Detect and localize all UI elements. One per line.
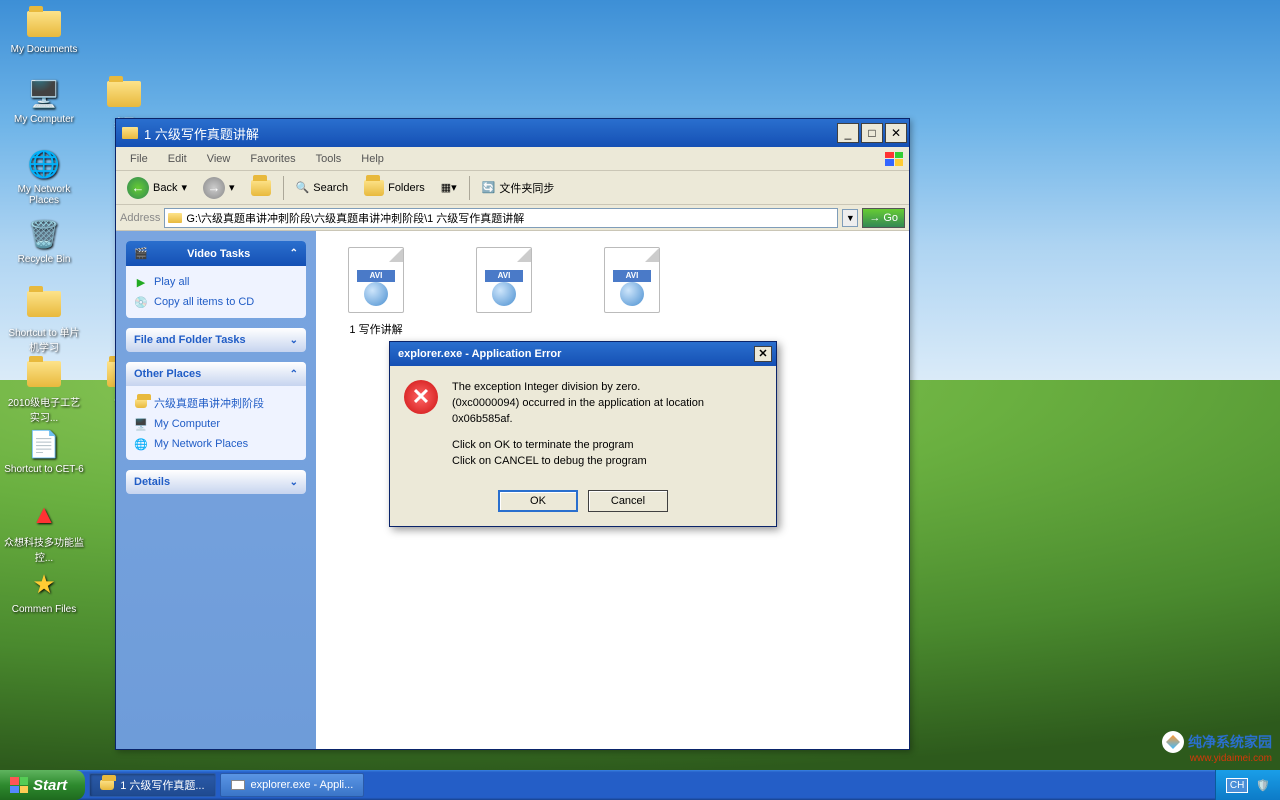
taskbar-item-error[interactable]: explorer.exe - Appli... [220, 773, 365, 797]
error-message: The exception Integer division by zero.(… [452, 380, 762, 480]
dialog-titlebar[interactable]: explorer.exe - Application Error ✕ [390, 342, 776, 366]
desktop-icon-my-documents[interactable]: My Documents [4, 4, 84, 74]
folders-button[interactable]: Folders [357, 175, 432, 201]
desktop-icon-2010-folder[interactable]: 2010级电子工艺实习... [4, 354, 84, 424]
address-input[interactable]: G:\六级真题串讲冲刺阶段\六级真题串讲冲刺阶段\1 六级写作真题讲解 [164, 208, 838, 228]
desktop-icon-shortcut-study[interactable]: Shortcut to 单片机学习 [4, 284, 84, 354]
tasks-pane: 🎬 Video Tasks⌃ ▶Play all 💿Copy all items… [116, 231, 316, 749]
chevron-up-icon: ⌃ [290, 248, 298, 259]
other-places-header[interactable]: Other Places⌃ [126, 362, 306, 386]
watermark: 纯净系统家园 www.yidaimei.com [1162, 731, 1272, 764]
toolbar: ←Back ▾ → ▾ 🔍 Search Folders ▦▾ 🔄 文件夹同步 [116, 171, 909, 205]
up-button[interactable] [244, 175, 278, 201]
windows-logo-icon [879, 148, 909, 170]
file-item[interactable]: AVI [454, 247, 554, 321]
menubar: File Edit View Favorites Tools Help [116, 147, 909, 171]
address-label: Address [120, 212, 160, 224]
folder-icon [122, 127, 138, 139]
copy-to-cd-link[interactable]: 💿Copy all items to CD [134, 292, 298, 312]
address-bar: Address G:\六级真题串讲冲刺阶段\六级真题串讲冲刺阶段\1 六级写作真… [116, 205, 909, 231]
ok-button[interactable]: OK [498, 490, 578, 512]
forward-button[interactable]: → ▾ [196, 175, 242, 201]
views-button[interactable]: ▦▾ [434, 175, 464, 201]
taskbar-item-explorer-folder[interactable]: 1 六级写作真题... [89, 773, 215, 797]
watermark-logo-icon [1162, 731, 1184, 753]
tray-icon[interactable]: 🛡️ [1256, 779, 1270, 792]
maximize-button[interactable]: □ [861, 123, 883, 143]
video-tasks-panel: 🎬 Video Tasks⌃ ▶Play all 💿Copy all items… [126, 241, 306, 318]
desktop-icon-cet6[interactable]: 📄Shortcut to CET-6 [4, 424, 84, 494]
file-tasks-panel: File and Folder Tasks⌄ [126, 328, 306, 352]
other-place-network[interactable]: 🌐My Network Places [134, 434, 298, 454]
menu-tools[interactable]: Tools [306, 150, 352, 168]
menu-help[interactable]: Help [351, 150, 394, 168]
error-dialog: explorer.exe - Application Error ✕ ✕ The… [389, 341, 777, 527]
other-place-parent[interactable]: 六级真题串讲冲刺阶段 [134, 392, 298, 414]
start-button[interactable]: Start [0, 770, 85, 800]
language-indicator[interactable]: CH [1226, 778, 1248, 793]
taskbar: Start 1 六级写作真题... explorer.exe - Appli..… [0, 770, 1280, 800]
details-header[interactable]: Details⌄ [126, 470, 306, 494]
desktop-icon-monitor-app[interactable]: ▲众想科技多功能监控... [4, 494, 84, 564]
desktop-icon-common-files[interactable]: ★Commen Files [4, 564, 84, 634]
play-all-link[interactable]: ▶Play all [134, 272, 298, 292]
search-button[interactable]: 🔍 Search [289, 175, 356, 201]
details-panel: Details⌄ [126, 470, 306, 494]
system-tray[interactable]: CH 🛡️ [1215, 770, 1280, 800]
file-item[interactable]: AVI1 写作讲解 [326, 247, 426, 337]
chevron-down-icon: ⌄ [290, 335, 298, 346]
video-tasks-header[interactable]: 🎬 Video Tasks⌃ [126, 241, 306, 266]
file-tasks-header[interactable]: File and Folder Tasks⌄ [126, 328, 306, 352]
desktop-icon-recycle-bin[interactable]: 🗑️Recycle Bin [4, 214, 84, 284]
go-button[interactable]: → Go [862, 208, 905, 228]
menu-view[interactable]: View [197, 150, 241, 168]
menu-favorites[interactable]: Favorites [240, 150, 305, 168]
window-title: 1 六级写作真题讲解 [144, 124, 259, 143]
file-item[interactable]: AVI [582, 247, 682, 321]
desktop-icon-network-places[interactable]: 🌐My Network Places [4, 144, 84, 214]
close-button[interactable]: ✕ [885, 123, 907, 143]
cancel-button[interactable]: Cancel [588, 490, 668, 512]
address-dropdown[interactable]: ▼ [842, 209, 858, 227]
desktop-icon-my-computer[interactable]: 🖥️My Computer [4, 74, 84, 144]
sync-button[interactable]: 🔄 文件夹同步 [475, 175, 562, 201]
other-places-panel: Other Places⌃ 六级真题串讲冲刺阶段 🖥️My Computer 🌐… [126, 362, 306, 460]
menu-edit[interactable]: Edit [158, 150, 197, 168]
minimize-button[interactable]: _ [837, 123, 859, 143]
folder-icon [168, 213, 182, 223]
chevron-down-icon: ⌄ [290, 477, 298, 488]
menu-file[interactable]: File [120, 150, 158, 168]
dialog-close-button[interactable]: ✕ [754, 346, 772, 362]
dialog-title: explorer.exe - Application Error [398, 348, 561, 360]
error-icon: ✕ [404, 380, 438, 414]
chevron-up-icon: ⌃ [290, 369, 298, 380]
back-button[interactable]: ←Back ▾ [120, 175, 194, 201]
other-place-mycomputer[interactable]: 🖥️My Computer [134, 414, 298, 434]
titlebar[interactable]: 1 六级写作真题讲解 _ □ ✕ [116, 119, 909, 147]
